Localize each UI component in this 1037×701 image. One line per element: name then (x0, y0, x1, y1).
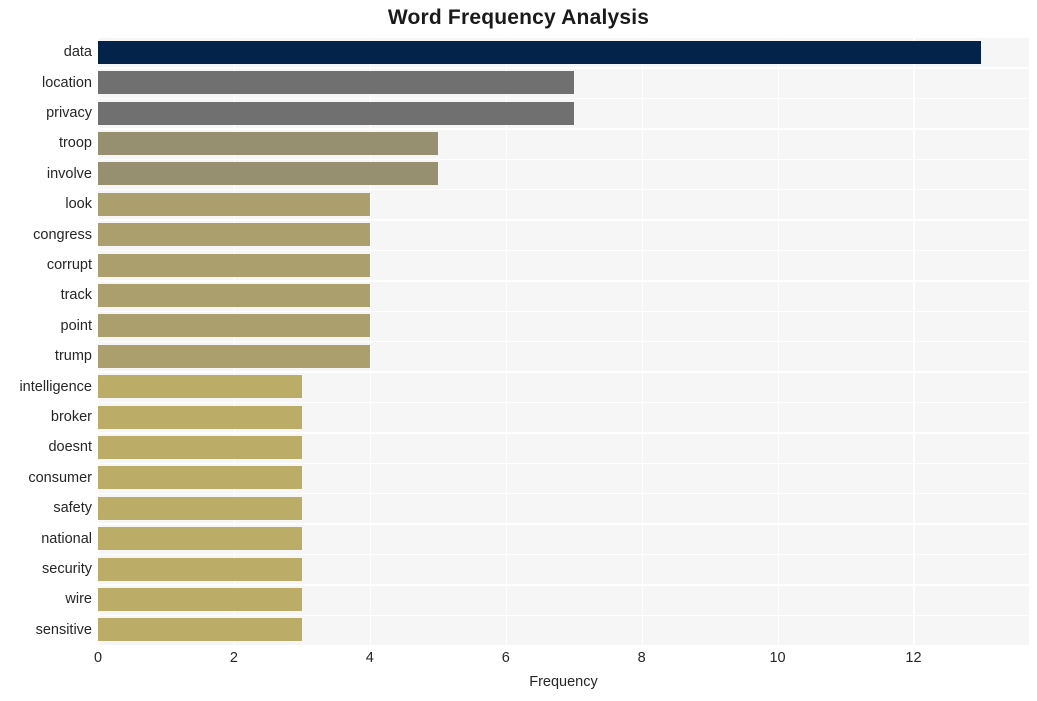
horizontal-gridline (98, 249, 1029, 252)
x-axis-tick-label: 10 (769, 650, 786, 666)
bar[interactable] (98, 192, 370, 216)
bar[interactable] (98, 466, 302, 490)
x-axis-tick-label: 2 (229, 650, 238, 666)
bar[interactable] (98, 496, 302, 520)
bar[interactable] (98, 71, 574, 95)
x-axis-tick-label: 4 (365, 650, 374, 666)
horizontal-gridline (98, 189, 1029, 191)
x-axis-title: Frequency (529, 674, 598, 690)
y-axis-tick-label: location (42, 74, 92, 91)
bar[interactable] (98, 131, 438, 155)
x-axis-tick-label: 8 (637, 650, 646, 666)
horizontal-gridline (98, 37, 1029, 39)
bar[interactable] (98, 587, 302, 611)
y-axis-tick-label: privacy (46, 105, 92, 121)
horizontal-gridline (98, 614, 1029, 616)
horizontal-gridline (98, 371, 1029, 373)
bar[interactable] (98, 344, 370, 368)
horizontal-gridline (98, 158, 1029, 160)
y-axis-tick-label: corrupt (46, 257, 92, 273)
bar[interactable] (98, 253, 370, 277)
x-axis-tick-label: 6 (501, 650, 510, 666)
bar[interactable] (98, 435, 302, 459)
horizontal-gridline (98, 493, 1029, 495)
bar[interactable] (98, 223, 370, 247)
x-axis-tick-label: 12 (905, 650, 922, 666)
bar[interactable] (98, 314, 370, 338)
y-axis-tick-label: safety (53, 500, 92, 517)
horizontal-gridline (98, 401, 1029, 404)
horizontal-gridline (98, 523, 1029, 525)
y-axis-tick-label: data (63, 44, 92, 61)
bar[interactable] (98, 101, 574, 125)
y-axis-tick-label: trump (54, 348, 92, 365)
horizontal-gridline (98, 553, 1029, 556)
y-axis-tick-label: wire (65, 591, 92, 608)
bar[interactable] (98, 405, 302, 429)
y-axis-tick-label: look (65, 196, 92, 213)
y-axis-tick-label: national (41, 530, 92, 547)
bar[interactable] (98, 557, 302, 581)
plot-area (98, 37, 1029, 645)
y-axis-tick-label: point (60, 317, 92, 334)
bar[interactable] (98, 375, 302, 399)
horizontal-gridline (98, 128, 1029, 130)
x-axis-tick-labels: 0 2 4 6 8 10 12 (0, 650, 1037, 674)
y-axis-tick-label: security (42, 561, 92, 577)
chart-title: Word Frequency Analysis (387, 6, 650, 29)
y-axis-tick-label: sensitive (35, 621, 92, 638)
horizontal-gridline (98, 219, 1029, 221)
x-axis-tick-label: 0 (93, 650, 103, 666)
horizontal-gridline (98, 584, 1029, 586)
bar[interactable] (98, 527, 302, 551)
bar[interactable] (98, 283, 370, 307)
y-axis-tick-label: intelligence (19, 378, 92, 395)
horizontal-gridline (98, 67, 1029, 69)
word-frequency-chart-figure: Word Frequency Analysis data location priv… (0, 0, 1037, 701)
y-axis-tick-label: broker (50, 409, 92, 425)
y-axis-tick-label: consumer (28, 469, 92, 486)
bar[interactable] (98, 618, 302, 642)
y-axis-tick-label: troop (58, 135, 92, 152)
horizontal-gridline (98, 97, 1029, 100)
horizontal-gridline (98, 341, 1029, 343)
horizontal-gridline (98, 432, 1029, 434)
y-axis-tick-labels: data location privacy troop involve look congr… (0, 37, 92, 645)
y-axis-tick-label: congress (33, 226, 92, 243)
y-axis-tick-label: involve (46, 165, 92, 182)
y-axis-tick-label: doesnt (48, 439, 92, 456)
horizontal-gridline (98, 462, 1029, 464)
y-axis-tick-label: track (60, 287, 92, 304)
bar[interactable] (98, 40, 982, 64)
horizontal-gridline (98, 280, 1029, 282)
bar[interactable] (98, 162, 438, 186)
horizontal-gridline (98, 310, 1029, 312)
